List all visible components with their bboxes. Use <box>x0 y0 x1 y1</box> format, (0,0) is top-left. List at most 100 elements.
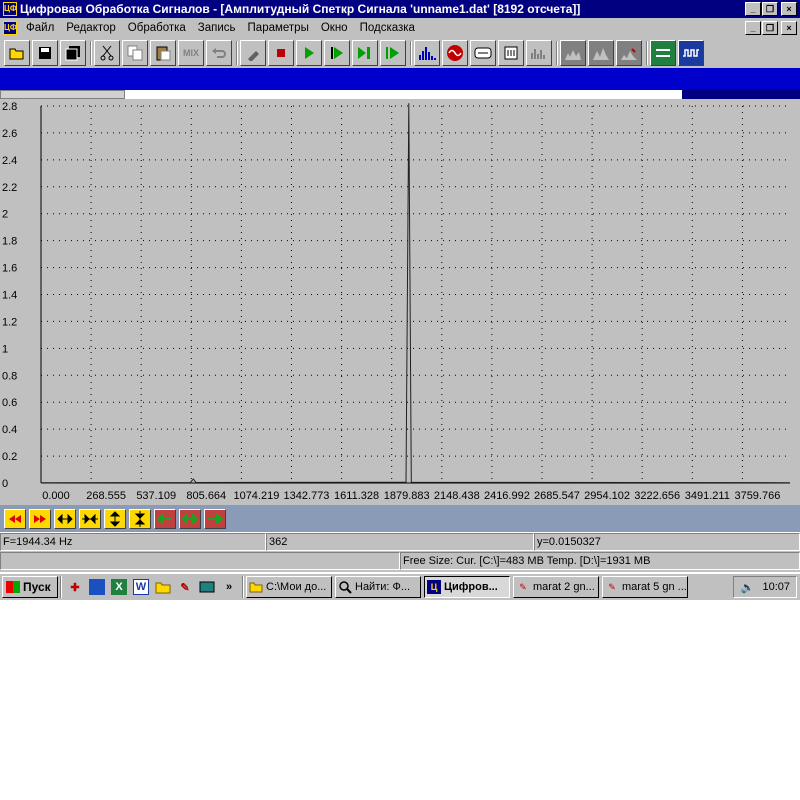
play-to-end-icon[interactable] <box>352 39 378 66</box>
save-icon[interactable] <box>32 39 58 66</box>
spectrum-plot[interactable]: 2.8 2.6 2.4 2.2 2 1.8 1.6 1.4 1.2 1 0.8 0.6 0.4 0.2 0 0… <box>0 99 800 505</box>
x-tick-label: 3491.211 <box>685 490 730 502</box>
x-tick-label: 1342.773 <box>284 490 330 502</box>
desktop-screen: ЦФ Цифровая Обработка Сигналов - [Амплит… <box>0 0 800 800</box>
undo-icon[interactable] <box>206 39 232 66</box>
stop-icon[interactable] <box>268 39 294 66</box>
menu-processing[interactable]: Обработка <box>122 22 192 34</box>
y-tick-label: 2.4 <box>2 155 17 167</box>
task-my-docs[interactable]: C:\Мои до... <box>246 576 332 598</box>
x-tick-label: 2954.102 <box>584 490 630 502</box>
expand-horizontal-icon[interactable] <box>54 508 76 529</box>
quicklaunch-paint-icon[interactable]: ✎ <box>177 579 193 595</box>
filter1-icon[interactable] <box>470 39 496 66</box>
open-icon[interactable] <box>4 39 30 66</box>
doc-minimize-button[interactable]: _ <box>745 20 761 35</box>
doc-restore-button[interactable]: ❐ <box>762 20 778 35</box>
x-tick-label: 1074.219 <box>233 490 279 502</box>
quicklaunch-calc-icon[interactable] <box>199 579 215 595</box>
quicklaunch-book-icon[interactable] <box>89 579 105 595</box>
x-tick-label: 805.664 <box>186 490 226 502</box>
window-title: Цифровая Обработка Сигналов - [Амплитудн… <box>20 2 581 16</box>
menu-parameters[interactable]: Параметры <box>242 22 315 34</box>
x-tick-label: 2148.438 <box>434 490 480 502</box>
quicklaunch-excel-icon[interactable]: X <box>111 579 127 595</box>
task-label: marat 5 gn ... <box>622 581 687 593</box>
toolbar: MIX <box>0 37 800 68</box>
y-tick-label: 1 <box>2 343 8 355</box>
clock: 10:07 <box>762 581 790 593</box>
x-tick-label: 3759.766 <box>734 490 780 502</box>
task-dsp-app[interactable]: Ц Цифров... <box>424 576 510 598</box>
y-tick-label: 1.8 <box>2 236 17 248</box>
y-tick-label: 0.6 <box>2 397 17 409</box>
compress-horizontal-icon[interactable] <box>79 508 101 529</box>
restore-button[interactable]: ❐ <box>762 2 778 16</box>
menu-record[interactable]: Запись <box>192 22 242 34</box>
arrow-right-icon[interactable] <box>204 508 226 529</box>
menu-editor[interactable]: Редактор <box>60 22 122 34</box>
graph2-icon[interactable] <box>588 39 614 66</box>
wave-icon[interactable] <box>678 39 704 66</box>
filter2-icon[interactable] <box>498 39 524 66</box>
speaker-icon[interactable]: 🔈 <box>741 581 755 594</box>
signal-icon[interactable] <box>442 39 468 66</box>
x-tick-label: 3222.656 <box>634 490 680 502</box>
y-tick-label: 0 <box>2 478 8 490</box>
fast-forward-icon[interactable] <box>29 508 51 529</box>
task-marat-5[interactable]: ✎ marat 5 gn ... <box>602 576 688 598</box>
quicklaunch-folder-icon[interactable] <box>155 579 171 595</box>
menu-bar: ЦФ Файл Редактор Обработка Запись Параме… <box>0 18 800 37</box>
play-loop-icon[interactable] <box>380 39 406 66</box>
status-empty-panel <box>0 552 400 570</box>
arrow-left-icon[interactable] <box>154 508 176 529</box>
graph1-icon[interactable] <box>560 39 586 66</box>
paint-icon: ✎ <box>608 581 616 592</box>
arrow-both-icon[interactable] <box>179 508 201 529</box>
quicklaunch-more-icon[interactable]: » <box>221 579 237 595</box>
task-marat-2[interactable]: ✎ marat 2 gn... <box>513 576 599 598</box>
compress-vertical-icon[interactable] <box>129 508 151 529</box>
window-title-bar[interactable]: ЦФ Цифровая Обработка Сигналов - [Амплит… <box>0 0 800 18</box>
y-tick-label: 2.6 <box>2 128 17 140</box>
close-button[interactable]: × <box>781 2 797 16</box>
save-all-icon[interactable] <box>60 39 86 66</box>
doc-icon[interactable]: ЦФ <box>3 20 17 35</box>
y-tick-label: 2.2 <box>2 182 17 194</box>
filter3-icon[interactable] <box>526 39 552 66</box>
taskbar: Пуск ✚ X W ✎ » C:\Мои до... Найти: Ф... … <box>0 573 800 600</box>
quicklaunch-app-icon[interactable]: ✚ <box>67 579 83 595</box>
menu-file[interactable]: Файл <box>20 22 60 34</box>
cut-icon[interactable] <box>94 39 120 66</box>
task-find[interactable]: Найти: Ф... <box>335 576 421 598</box>
scroll-thumb[interactable] <box>0 90 125 99</box>
start-button[interactable]: Пуск <box>2 576 58 598</box>
copy-icon[interactable] <box>122 39 148 66</box>
graph3-icon[interactable] <box>616 39 642 66</box>
doc-close-button[interactable]: × <box>781 20 797 35</box>
x-tick-label: 0.000 <box>42 490 70 502</box>
paste-icon[interactable] <box>150 39 176 66</box>
menu-help[interactable]: Подсказка <box>354 22 421 34</box>
mix-icon[interactable]: MIX <box>178 39 204 66</box>
y-tick-label: 0.8 <box>2 370 17 382</box>
y-tick-label: 2.8 <box>2 101 17 113</box>
index-readout: 362 <box>266 533 534 551</box>
y-tick-label: 1.6 <box>2 263 17 275</box>
expand-vertical-icon[interactable] <box>104 508 126 529</box>
app-icon[interactable]: ЦФ <box>3 2 17 16</box>
spectrum-icon[interactable] <box>414 39 440 66</box>
x-tick-label: 1611.328 <box>334 490 379 502</box>
play-step-icon[interactable] <box>324 39 350 66</box>
status-bar: F=1944.34 Hz 362 y=0.0150327 <box>0 533 800 552</box>
probe-icon[interactable] <box>240 39 266 66</box>
menu-window[interactable]: Окно <box>315 22 354 34</box>
channels-icon[interactable] <box>650 39 676 66</box>
y-tick-label: 1.4 <box>2 290 17 302</box>
y-tick-label: 0.4 <box>2 424 17 436</box>
play-icon[interactable] <box>296 39 322 66</box>
rewind-icon[interactable] <box>4 508 26 529</box>
spectrum-chart[interactable]: 2.8 2.6 2.4 2.2 2 1.8 1.6 1.4 1.2 1 0.8 0.6 0.4 0.2 0 0… <box>0 99 800 505</box>
quicklaunch-word-icon[interactable]: W <box>133 579 149 595</box>
minimize-button[interactable]: _ <box>745 2 761 16</box>
